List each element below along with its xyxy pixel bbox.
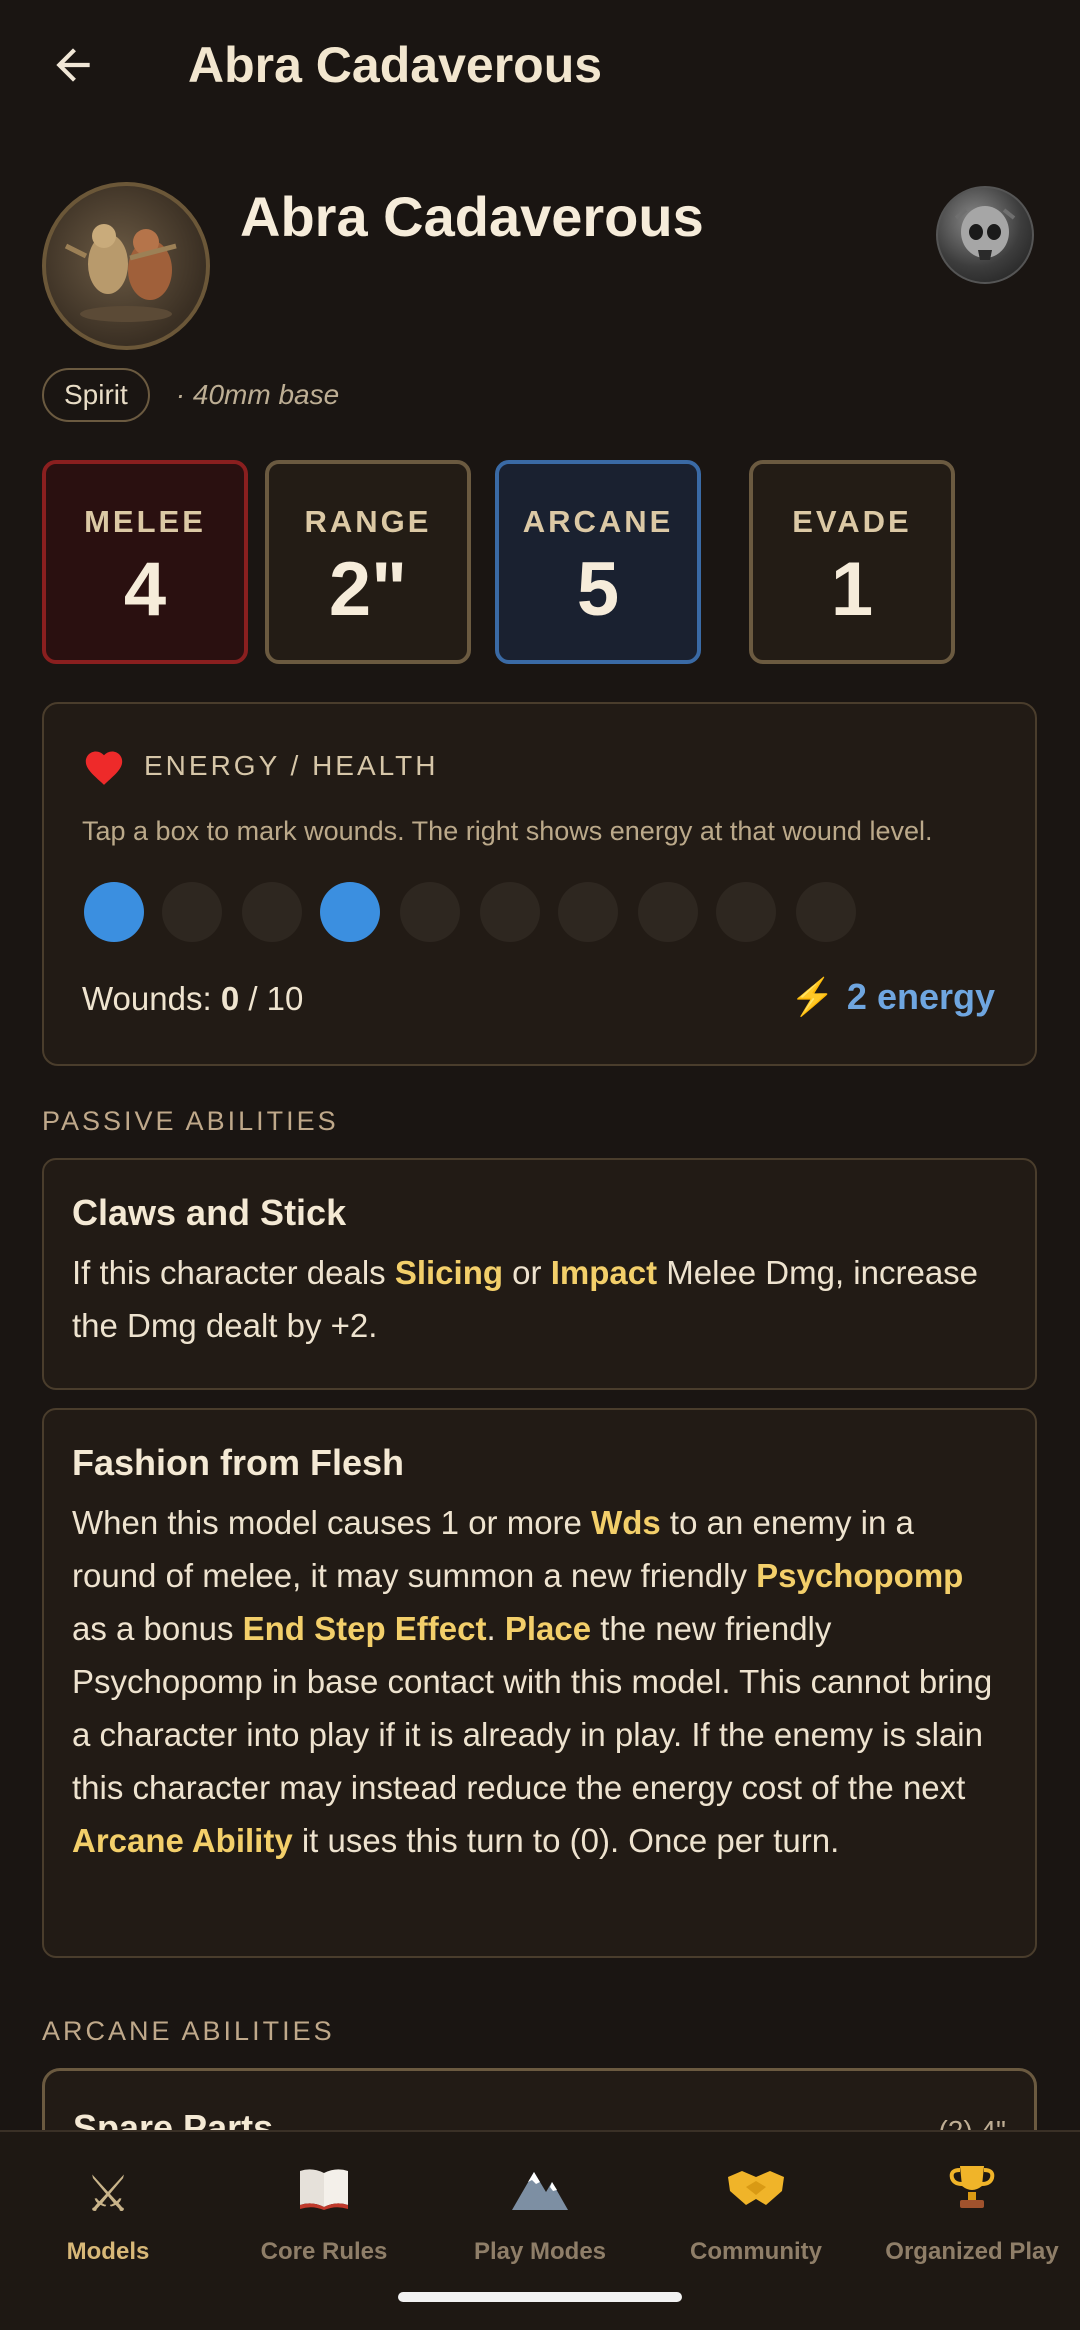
stat-value: 1 <box>830 547 874 632</box>
wound-box[interactable] <box>480 882 540 942</box>
ability-title: Fashion from Flesh <box>72 1442 405 1483</box>
ability-text-segment: it uses this turn to (0). Once per turn. <box>292 1822 840 1859</box>
wound-box[interactable] <box>558 882 618 942</box>
back-button[interactable] <box>40 32 106 98</box>
nav-tab-community[interactable]: Community <box>648 2162 864 2266</box>
heart-icon <box>85 751 123 785</box>
lightning-bolt-icon: ⚡ <box>790 976 835 1017</box>
ability-card: Claws and Stick If this character deals … <box>42 1158 1037 1390</box>
health-header: ENERGY / HEALTH <box>82 746 438 786</box>
arrow-left-icon <box>56 48 90 82</box>
ability-text: If this character deals Slicing or Impac… <box>72 1246 1007 1352</box>
keyword-chip[interactable]: Spirit <box>42 368 150 422</box>
wound-box[interactable] <box>638 882 698 942</box>
home-indicator[interactable] <box>398 2292 682 2302</box>
wounds-current: 0 <box>220 980 240 1017</box>
ability-text-segment: as a bonus <box>72 1610 243 1647</box>
keyword-highlight: End Step Effect <box>242 1610 487 1647</box>
mountain-icon <box>432 2162 648 2226</box>
stat-value: 5 <box>576 547 620 632</box>
wound-box[interactable] <box>162 882 222 942</box>
creature-portrait-icon <box>64 224 177 322</box>
wound-box[interactable] <box>320 882 380 942</box>
keyword-highlight: Psychopomp <box>756 1557 964 1594</box>
stat-label: ARCANE <box>522 504 674 539</box>
energy-readout: ⚡ 2 energy <box>790 976 995 1018</box>
crossed-swords-icon: ⚔ <box>85 2166 131 2222</box>
nav-label: Core Rules <box>260 2238 388 2265</box>
ability-title: Claws and Stick <box>72 1192 347 1233</box>
keyword-highlight: Place <box>504 1610 592 1647</box>
wound-box[interactable] <box>242 882 302 942</box>
stat-label: MELEE <box>84 504 206 539</box>
ability-text-segment: If this character deals <box>72 1254 395 1291</box>
stat-evade: EVADE 1 <box>749 460 955 664</box>
handshake-icon <box>648 2162 864 2226</box>
top-app-bar: Abra Cadaverous <box>0 0 1080 140</box>
nav-tab-organized-play[interactable]: Organized Play <box>864 2162 1080 2266</box>
nav-label: Organized Play <box>885 2238 1059 2265</box>
ability-text-segment: . <box>486 1610 505 1647</box>
character-name: Abra Cadaverous <box>240 185 704 248</box>
nav-tab-core-rules[interactable]: Core Rules <box>216 2162 432 2266</box>
keyword-highlight: Impact <box>550 1254 658 1291</box>
ability-text-segment: When this model causes 1 or more <box>72 1504 592 1541</box>
character-portrait <box>42 182 210 350</box>
nav-label: Models <box>66 2238 150 2265</box>
stat-label: RANGE <box>304 504 432 539</box>
stat-value: 2" <box>328 547 408 632</box>
section-heading-passive: PASSIVE ABILITIES <box>42 1106 339 1136</box>
stat-range: RANGE 2" <box>265 460 471 664</box>
ability-card: Fashion from Flesh When this model cause… <box>42 1408 1037 1958</box>
wound-box[interactable] <box>796 882 856 942</box>
nav-label: Community <box>690 2238 822 2265</box>
ability-text: When this model causes 1 or more Wds to … <box>72 1496 1007 1867</box>
stat-label: EVADE <box>792 504 912 539</box>
wounds-count: Wounds: 0 / 10 <box>82 980 303 1018</box>
base-size: · 40mm base <box>175 379 340 410</box>
faction-emblem <box>936 186 1034 284</box>
health-hint: Tap a box to mark wounds. The right show… <box>82 816 933 846</box>
health-title: ENERGY / HEALTH <box>144 750 439 781</box>
page-title: Abra Cadaverous <box>188 37 603 93</box>
wounds-label: Wounds: <box>82 980 221 1017</box>
wounds-max: / 10 <box>239 980 304 1017</box>
stat-arcane: ARCANE 5 <box>495 460 701 664</box>
character-meta-row: Spirit · 40mm base <box>42 368 339 422</box>
energy-value: 2 energy <box>846 976 995 1017</box>
stat-value: 4 <box>123 547 167 632</box>
energy-health-card: ENERGY / HEALTH Tap a box to mark wounds… <box>42 702 1037 1066</box>
wound-box[interactable] <box>716 882 776 942</box>
nav-tab-models[interactable]: ⚔ Models <box>0 2162 216 2266</box>
stat-melee: MELEE 4 <box>42 460 248 664</box>
wound-box[interactable] <box>400 882 460 942</box>
keyword-highlight: Wds <box>591 1504 661 1541</box>
model-detail-screen: Abra Cadaverous Abra Cadaverous Spirit ·… <box>0 0 1080 2330</box>
nav-tab-play-modes[interactable]: Play Modes <box>432 2162 648 2266</box>
ability-text-segment: or <box>503 1254 551 1291</box>
section-heading-arcane: ARCANE ABILITIES <box>42 2016 335 2046</box>
book-icon <box>216 2162 432 2226</box>
keyword-highlight: Arcane Ability <box>72 1822 293 1859</box>
skull-emblem-icon <box>954 206 1016 260</box>
wound-box[interactable] <box>84 882 144 942</box>
keyword-highlight: Slicing <box>394 1254 504 1291</box>
nav-label: Play Modes <box>473 2238 607 2265</box>
trophy-icon <box>864 2162 1080 2226</box>
